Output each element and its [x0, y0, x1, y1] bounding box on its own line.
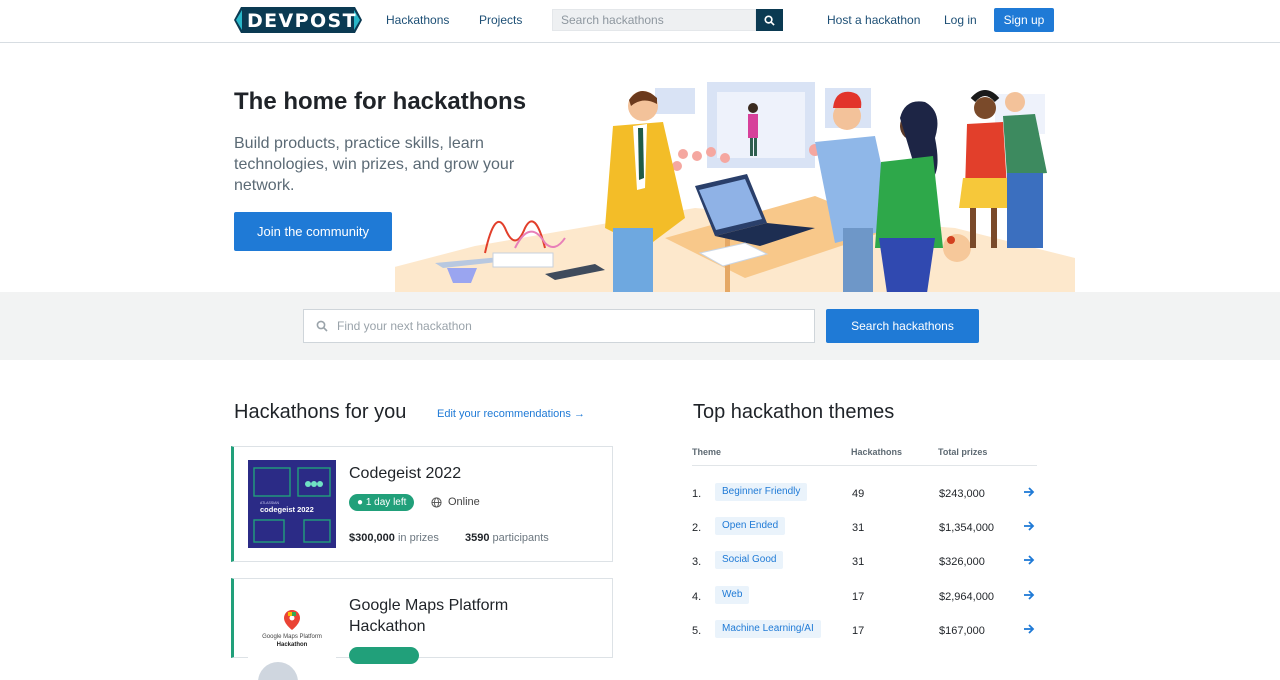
theme-row[interactable]: 1. Beginner Friendly 49 $243,000 — [692, 483, 1037, 507]
theme-row[interactable]: 3. Social Good 31 $326,000 — [692, 551, 1037, 575]
arrow-right-icon: → — [573, 408, 585, 420]
header-search-button[interactable] — [756, 9, 783, 31]
location-text: Online — [448, 496, 480, 508]
arrow-right-icon[interactable] — [1023, 554, 1035, 566]
theme-hackathon-count: 31 — [852, 556, 865, 568]
hackathon-title[interactable]: Google Maps Platform Hackathon — [349, 595, 569, 637]
hackathon-title[interactable]: Codegeist 2022 — [349, 463, 461, 484]
arrow-right-icon[interactable] — [1023, 486, 1035, 498]
hackathons-column-header: Hackathons — [851, 447, 903, 457]
hackathon-card[interactable]: ATLASSIAN codegeist 2022 Codegeist 2022 … — [231, 446, 613, 562]
theme-tag[interactable]: Open Ended — [715, 517, 786, 535]
top-navigation-bar: DEVPOST Hackathons Projects Host a hacka… — [0, 0, 1280, 43]
search-icon — [316, 320, 328, 332]
prizes-column-header: Total prizes — [938, 447, 988, 457]
participant-count: 3590 participants — [465, 532, 549, 544]
theme-tag[interactable]: Machine Learning/AI — [715, 620, 821, 638]
theme-total-prizes: $2,964,000 — [939, 591, 995, 603]
hackathon-search-box — [303, 309, 815, 343]
theme-rank: 5. — [692, 625, 702, 637]
google-maps-thumbnail: Google Maps Platform Hackathon — [248, 592, 336, 680]
search-hackathons-button[interactable]: Search hackathons — [826, 309, 979, 343]
codegeist-thumbnail: ATLASSIAN codegeist 2022 — [248, 460, 336, 548]
nav-login[interactable]: Log in — [944, 13, 977, 27]
theme-total-prizes: $167,000 — [939, 625, 985, 637]
theme-hackathon-count: 31 — [852, 522, 865, 534]
globe-icon — [431, 497, 442, 508]
prize-amount: $300,000 in prizes — [349, 532, 439, 544]
theme-row[interactable]: 2. Open Ended 31 $1,354,000 — [692, 517, 1037, 541]
logo-text: DEVPOST — [247, 10, 357, 32]
nav-hackathons[interactable]: Hackathons — [386, 13, 449, 27]
theme-hackathon-count: 49 — [852, 488, 865, 500]
time-left-badge: ● 1 day left — [349, 494, 415, 511]
arrow-right-icon[interactable] — [1023, 623, 1035, 635]
edit-recommendations-link[interactable]: Edit your recommendations → — [437, 408, 585, 420]
table-divider — [692, 465, 1037, 466]
time-left-badge — [349, 647, 419, 664]
search-icon — [764, 14, 775, 26]
theme-total-prizes: $1,354,000 — [939, 522, 995, 534]
theme-hackathon-count: 17 — [852, 591, 865, 603]
hero-illustration — [395, 82, 1075, 293]
edit-recommendations-label: Edit your recommendations — [437, 408, 571, 420]
location: Online — [431, 494, 480, 511]
nav-host-hackathon[interactable]: Host a hackathon — [827, 13, 920, 27]
signup-button[interactable]: Sign up — [994, 8, 1054, 32]
theme-row[interactable]: 5. Machine Learning/AI 17 $167,000 — [692, 620, 1037, 644]
theme-tag[interactable]: Social Good — [715, 551, 784, 569]
hackathon-search-input[interactable] — [337, 310, 807, 342]
header-search — [552, 9, 783, 31]
top-themes-title: Top hackathon themes — [693, 401, 895, 423]
devpost-logo[interactable]: DEVPOST — [234, 7, 362, 33]
theme-rank: 1. — [692, 488, 702, 500]
join-community-button[interactable]: Join the community — [234, 212, 392, 251]
arrow-right-icon[interactable] — [1023, 589, 1035, 601]
nav-projects[interactable]: Projects — [479, 13, 522, 27]
theme-row[interactable]: 4. Web 17 $2,964,000 — [692, 586, 1037, 610]
theme-rank: 4. — [692, 591, 702, 603]
hackathons-for-you-title: Hackathons for you — [234, 401, 407, 423]
theme-tag[interactable]: Beginner Friendly — [715, 483, 808, 501]
theme-total-prizes: $326,000 — [939, 556, 985, 568]
theme-column-header: Theme — [692, 447, 722, 457]
theme-tag[interactable]: Web — [715, 586, 750, 604]
hackathon-card[interactable]: Google Maps Platform Hackathon Google Ma… — [231, 578, 613, 680]
theme-hackathon-count: 17 — [852, 625, 865, 637]
header-search-input[interactable] — [552, 9, 756, 31]
theme-rank: 3. — [692, 556, 702, 568]
arrow-right-icon[interactable] — [1023, 520, 1035, 532]
svg-text:Hackathon: Hackathon — [277, 642, 308, 648]
theme-total-prizes: $243,000 — [939, 488, 985, 500]
svg-text:codegeist 2022: codegeist 2022 — [260, 505, 314, 514]
svg-text:Google Maps Platform: Google Maps Platform — [262, 634, 322, 640]
theme-rank: 2. — [692, 522, 702, 534]
